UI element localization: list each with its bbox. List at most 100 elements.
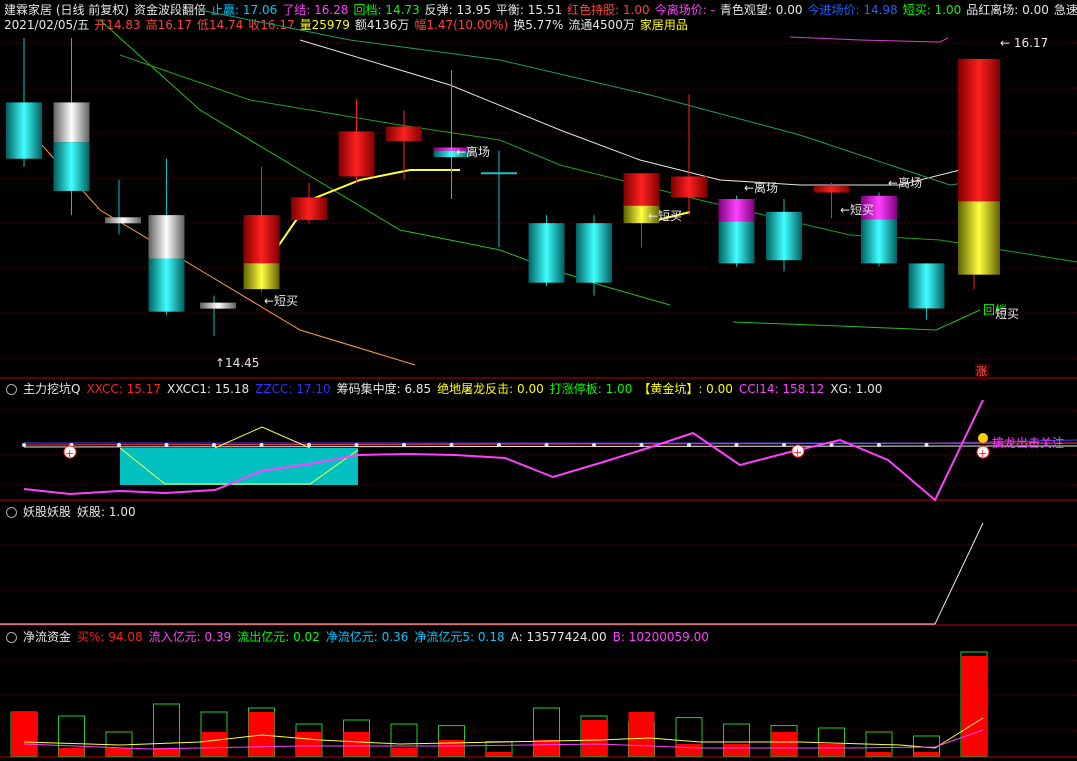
ma-line-magenta (789, 36, 949, 43)
exit-marker: ←离场 (744, 180, 778, 195)
low-price-label: ↑14.45 (215, 356, 259, 370)
candle-body (908, 263, 945, 309)
candle-body (671, 176, 707, 198)
marker-dot (164, 443, 169, 447)
flow-bar (296, 732, 322, 756)
marker-dot (497, 443, 501, 447)
marker-dot (782, 443, 786, 447)
flow-bar (201, 732, 227, 756)
candle-body (623, 173, 660, 206)
candle-body (148, 258, 185, 312)
flow-bar (866, 752, 892, 756)
candle-body (861, 219, 897, 264)
marker-dot (687, 443, 691, 447)
buy-marker: ←短买 (648, 209, 682, 223)
pane3-title: 妖股妖股 (23, 505, 72, 519)
pane4-title: 净流资金 (23, 630, 72, 644)
marker-dot (354, 443, 359, 447)
marker-dot (402, 443, 406, 447)
marker-dot (877, 443, 881, 447)
marker-dot (639, 443, 644, 447)
pane2-field-4: 绝地屠龙反击: 0.00 (437, 382, 544, 396)
flow-bar (771, 732, 797, 756)
pane2-field-6: 【黄金坑】: 0.00 (638, 382, 733, 396)
candle-body (148, 215, 185, 259)
marker-dot (212, 443, 216, 447)
candle-body (766, 211, 802, 261)
plus-marker-label: + (793, 446, 802, 459)
buy-marker: ←短买 (264, 294, 298, 308)
candle-body (528, 223, 565, 283)
flow-bar (818, 744, 845, 756)
ma-line-white (299, 39, 961, 186)
pane4-field-3: 净流亿元: 0.36 (325, 630, 409, 644)
marker-dot (924, 443, 929, 447)
candle-body (958, 201, 1000, 275)
pane3-header: 妖股妖股 妖股: 1.00 (6, 503, 148, 520)
candle-body (6, 102, 42, 159)
marker-dot (592, 443, 596, 447)
pane-settings-icon[interactable] (6, 384, 17, 395)
xxcc1-line (23, 445, 1077, 448)
candle-body (53, 142, 90, 191)
pane4-field-1: 流入亿元: 0.39 (148, 630, 232, 644)
plus-marker-label: + (65, 447, 74, 460)
flow-bar (58, 748, 85, 756)
pane2-field-1: XXCC1: 15.18 (167, 382, 250, 396)
pane2-field-0: XXCC: 15.17 (86, 382, 161, 396)
candle-body (105, 217, 141, 224)
flow-bar (11, 712, 37, 756)
exit-marker: ←离场 (888, 175, 922, 190)
coin-icon (978, 433, 988, 443)
flow-bar (581, 720, 607, 756)
candle-body (291, 197, 327, 220)
pane4-field-4: 净流亿元5: 0.18 (414, 630, 505, 644)
marker-dot (734, 443, 739, 447)
plus-marker-label: + (978, 447, 987, 460)
flow-bar (343, 732, 370, 756)
candle-body (243, 263, 280, 290)
flow-bar (961, 656, 987, 756)
pane4-field-0: 买%: 94.08 (77, 630, 143, 644)
pane-settings-icon[interactable] (6, 632, 17, 643)
flow-bar (391, 748, 417, 756)
pane4-field-6: B: 10200059.00 (612, 630, 709, 644)
candle-body (813, 186, 850, 193)
pane2-field-8: XG: 1.00 (830, 382, 883, 396)
zzcc-line (24, 439, 1077, 444)
candle-body (718, 221, 755, 264)
exit-marker: ←离场 (456, 144, 490, 159)
flow-bar (676, 744, 702, 756)
candle-body (53, 102, 90, 143)
flow-ma-yellow (23, 717, 984, 749)
pane4-header: 净流资金 买%: 94.08 流入亿元: 0.39 流出亿元: 0.02 净流亿元: 0… (6, 628, 721, 645)
pane4-field-5: A: 13577424.00 (510, 630, 607, 644)
candle-body (200, 302, 236, 309)
candle-body (958, 58, 1000, 202)
pane2-field-5: 打涨停板: 1.00 (549, 382, 633, 396)
flow-bar (723, 744, 750, 756)
pane2-field-2: ZZCC: 17.10 (255, 382, 331, 396)
marker-dot (22, 443, 26, 447)
marker-dot (307, 443, 311, 447)
marker-dot (259, 443, 264, 447)
flow-bar (106, 748, 132, 756)
pane2-field-7: CCI14: 158.12 (738, 382, 825, 396)
high-price-label: ← 16.17 (1000, 36, 1048, 50)
candle-body (386, 126, 422, 142)
buy-marker: ←短买 (840, 203, 874, 217)
rise-badge-text: 涨 (976, 365, 987, 378)
candle-body (243, 215, 280, 264)
marker-dot (829, 443, 834, 447)
pane2-title: 主力挖坑Q (23, 382, 81, 396)
flow-bar (248, 712, 275, 756)
pane4-field-2: 流出亿元: 0.02 (237, 630, 320, 644)
pane3-field-0: 妖股: 1.00 (77, 505, 136, 519)
candle-body (338, 131, 375, 177)
flow-bar (913, 752, 940, 756)
pane-settings-icon[interactable] (6, 507, 17, 518)
marker-dot (117, 443, 121, 447)
marker-dot (544, 443, 549, 447)
pane2-header: 主力挖坑Q XXCC: 15.17 XXCC1: 15.18 ZZCC: 17.10 筹… (6, 380, 894, 397)
ma-line-teal (199, 9, 1001, 186)
